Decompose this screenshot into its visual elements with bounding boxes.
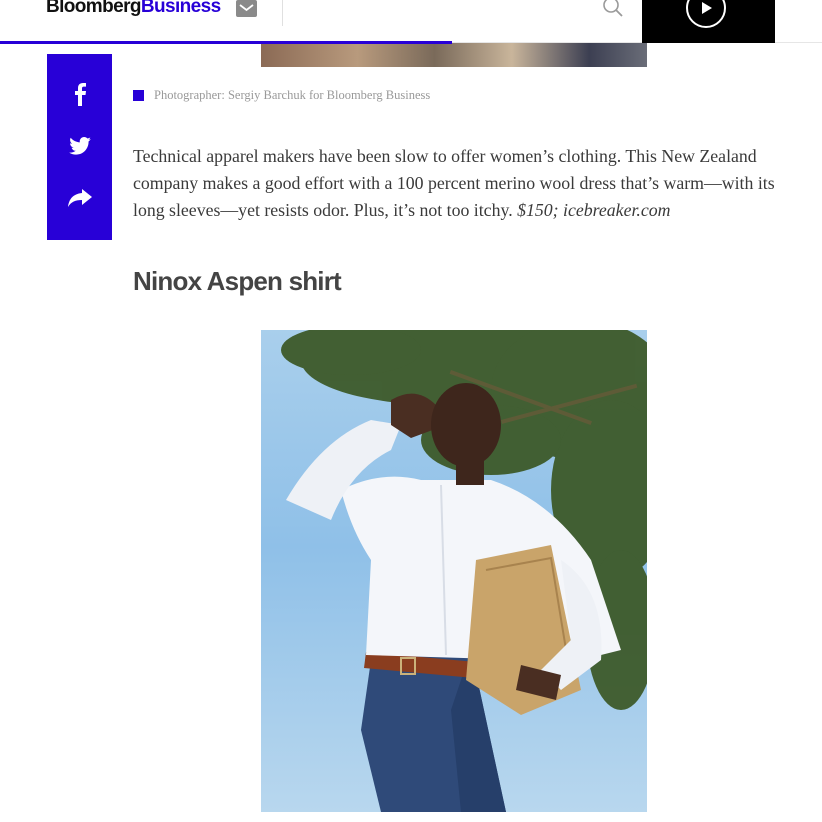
share-twitter-button[interactable]	[47, 126, 112, 166]
play-icon	[702, 2, 712, 14]
photo-caption: Photographer: Sergiy Barchuk for Bloombe…	[133, 88, 430, 103]
article-paragraph: Technical apparel makers have been slow …	[133, 143, 783, 224]
search-icon	[603, 0, 623, 17]
logo-business: Business	[140, 0, 221, 17]
paragraph-text: Technical apparel makers have been slow …	[133, 146, 775, 220]
product-heading: Ninox Aspen shirt	[133, 266, 342, 296]
play-button[interactable]	[686, 0, 726, 28]
price-link[interactable]: $150; icebreaker.com	[517, 200, 670, 220]
live-video-button[interactable]	[642, 0, 775, 43]
search-button[interactable]	[600, 0, 626, 20]
product-photo-illustration	[281, 330, 647, 812]
caption-text: Photographer: Sergiy Barchuk for Bloombe…	[154, 88, 431, 102]
previous-photo	[261, 42, 647, 67]
share-sidebar	[47, 54, 112, 240]
share-more-button[interactable]	[47, 178, 112, 218]
newsletter-button[interactable]	[236, 0, 257, 17]
logo-bloomberg: Bloomberg	[46, 0, 141, 17]
twitter-icon	[68, 137, 91, 155]
site-header: BloombergBusiness	[0, 0, 822, 44]
share-facebook-button[interactable]	[47, 74, 112, 114]
facebook-icon	[74, 83, 86, 106]
header-divider	[282, 0, 283, 26]
share-icon	[67, 189, 92, 207]
mail-icon	[239, 4, 254, 12]
caption-marker	[133, 90, 144, 101]
site-logo[interactable]: BloombergBusiness	[46, 0, 221, 18]
product-photo	[261, 330, 647, 812]
reading-progress-bar	[0, 41, 452, 44]
